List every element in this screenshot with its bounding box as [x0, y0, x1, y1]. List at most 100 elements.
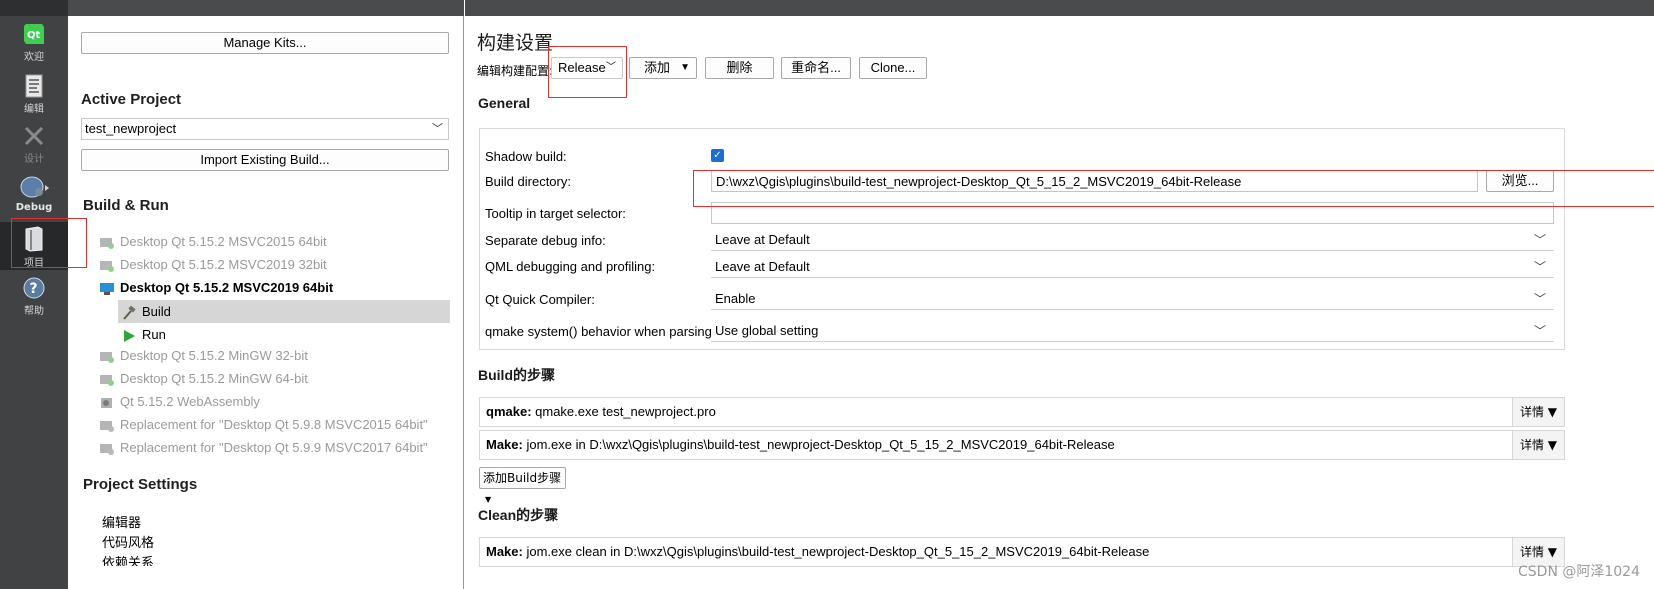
qml-debugging-combo[interactable]: Leave at Default ﹀: [711, 256, 1554, 278]
play-icon: [124, 329, 135, 342]
kit-label: Desktop Qt 5.15.2 MSVC2019 64bit: [120, 280, 334, 295]
mode-design-label: 设计: [24, 154, 44, 165]
qmake-behavior-label: qmake system() behavior when parsing:: [485, 324, 716, 339]
chevron-down-icon: ﹀: [1533, 324, 1546, 338]
build-label: Build: [142, 304, 171, 319]
kit-label: Desktop Qt 5.15.2 MSVC2015 64bit: [120, 234, 327, 249]
qmake-behavior-combo[interactable]: Use global setting ﹀: [711, 320, 1554, 342]
project-book-icon: [25, 226, 43, 252]
run-label: Run: [142, 327, 166, 342]
mode-help[interactable]: ? 帮助: [0, 276, 68, 320]
active-project-title: Active Project: [81, 91, 182, 108]
project-settings-title: Project Settings: [83, 476, 198, 493]
build-settings-pane: 构建设置 编辑构建配置: Release ﹀ 添加 ▼ 删除 重命名... Cl…: [465, 0, 1654, 589]
active-project-combo[interactable]: test_newproject ﹀: [81, 118, 449, 140]
browse-button[interactable]: 浏览...: [1486, 170, 1554, 192]
chevron-down-icon: ﹀: [1533, 292, 1546, 306]
mode-projects-label: 项目: [24, 258, 44, 269]
settings-item-editor[interactable]: 编辑器: [102, 512, 141, 531]
kit-disabled-monitor-icon: [100, 237, 114, 249]
tooltip-selector-input[interactable]: [711, 202, 1554, 224]
import-existing-build-button[interactable]: Import Existing Build...: [81, 149, 449, 171]
build-directory-input[interactable]: D:\wxz\Qgis\plugins\build-test_newprojec…: [711, 170, 1478, 192]
mode-help-label: 帮助: [24, 306, 44, 317]
step-name: qmake:: [486, 404, 532, 419]
kit-disabled-monitor-icon: [100, 260, 114, 272]
clone-config-button[interactable]: Clone...: [859, 57, 927, 79]
active-project-value: test_newproject: [85, 121, 177, 136]
run-settings-item[interactable]: Run: [118, 323, 450, 346]
build-steps-title: Build的步骤: [478, 367, 555, 383]
qml-debugging-value: Leave at Default: [715, 259, 810, 274]
kit-item[interactable]: Replacement for "Desktop Qt 5.9.9 MSVC20…: [100, 437, 428, 459]
monitor-icon: [100, 282, 114, 295]
kit-label: Desktop Qt 5.15.2 MinGW 32-bit: [120, 348, 308, 363]
separate-debug-combo[interactable]: Leave at Default ﹀: [711, 229, 1554, 251]
svg-text:?: ?: [30, 281, 38, 297]
mode-edit[interactable]: 编辑: [0, 74, 68, 118]
qt-quick-compiler-combo[interactable]: Enable ﹀: [711, 288, 1554, 310]
kit-item[interactable]: Desktop Qt 5.15.2 MSVC2019 32bit: [100, 254, 327, 276]
separate-debug-label: Separate debug info:: [485, 233, 606, 248]
build-step-make[interactable]: Make: jom.exe in D:\wxz\Qgis\plugins\bui…: [479, 430, 1565, 460]
build-config-combo[interactable]: Release ﹀: [551, 57, 623, 79]
mode-design[interactable]: 设计: [0, 124, 68, 168]
kit-label: Desktop Qt 5.15.2 MinGW 64-bit: [120, 371, 308, 386]
shadow-build-label: Shadow build:: [485, 149, 567, 164]
chevron-down-icon: ﹀: [606, 62, 616, 73]
manage-kits-button[interactable]: Manage Kits...: [81, 32, 449, 54]
step-details-button[interactable]: 详情 ▼: [1512, 431, 1564, 459]
build-step-qmake[interactable]: qmake: qmake.exe test_newproject.pro 详情 …: [479, 397, 1565, 427]
clean-step-make[interactable]: Make: jom.exe clean in D:\wxz\Qgis\plugi…: [479, 537, 1565, 567]
rename-config-button[interactable]: 重命名...: [781, 57, 851, 79]
kit-label: Qt 5.15.2 WebAssembly: [120, 394, 260, 409]
details-label: 详情: [1519, 405, 1544, 419]
left-pane-top-strip: [68, 0, 464, 16]
qt-quick-compiler-label: Qt Quick Compiler:: [485, 292, 595, 307]
step-command: jom.exe clean in D:\wxz\Qgis\plugins\bui…: [522, 544, 1150, 559]
design-tools-icon: [24, 126, 44, 146]
step-command: qmake.exe test_newproject.pro: [531, 404, 716, 419]
build-settings-item[interactable]: Build: [118, 300, 450, 323]
qt-logo-icon: Qt: [24, 24, 44, 44]
shadow-build-checkbox[interactable]: ✓: [711, 149, 724, 162]
step-command: jom.exe in D:\wxz\Qgis\plugins\build-tes…: [522, 437, 1115, 452]
kit-item-active[interactable]: Desktop Qt 5.15.2 MSVC2019 64bit: [100, 277, 333, 299]
build-config-value: Release: [558, 60, 606, 75]
qmake-behavior-value: Use global setting: [715, 323, 819, 338]
step-details-button[interactable]: 详情 ▼: [1512, 398, 1564, 426]
kit-item[interactable]: Desktop Qt 5.15.2 MinGW 64-bit: [100, 368, 308, 390]
qt-quick-compiler-value: Enable: [715, 291, 756, 306]
kit-disabled-monitor-icon: [100, 374, 114, 386]
step-name: Make:: [486, 544, 523, 559]
edit-document-icon: [25, 74, 43, 98]
mode-welcome[interactable]: Qt 欢迎: [0, 22, 68, 66]
caret-down-icon: ▼: [1547, 438, 1558, 452]
mode-bar: Qt 欢迎 编辑 设计 Debug 项目 ? 帮助: [0, 0, 68, 589]
delete-config-button[interactable]: 删除: [705, 57, 774, 79]
kit-item[interactable]: Desktop Qt 5.15.2 MinGW 32-bit: [100, 345, 308, 367]
settings-item-dependencies[interactable]: 依赖关系: [102, 552, 154, 566]
separate-debug-value: Leave at Default: [715, 232, 810, 247]
webassembly-icon: [101, 397, 112, 408]
details-label: 详情: [1519, 438, 1544, 452]
kit-item[interactable]: Replacement for "Desktop Qt 5.9.8 MSVC20…: [100, 414, 428, 436]
step-name: Make:: [486, 437, 523, 452]
chevron-down-icon: ﹀: [1533, 260, 1546, 274]
mode-bar-top-strip: [0, 0, 68, 16]
mode-projects[interactable]: 项目: [0, 222, 68, 270]
mode-debug[interactable]: Debug: [0, 174, 68, 218]
add-build-step-button[interactable]: 添加Build步骤 ▼: [479, 467, 566, 504]
chevron-down-icon: ﹀: [432, 123, 443, 135]
kit-label: Replacement for "Desktop Qt 5.9.9 MSVC20…: [120, 440, 428, 455]
mode-debug-label: Debug: [15, 202, 53, 213]
help-question-icon: ?: [23, 277, 45, 299]
hammer-icon: [123, 305, 136, 320]
add-config-button[interactable]: 添加 ▼: [629, 57, 697, 79]
kit-item[interactable]: Qt 5.15.2 WebAssembly: [100, 391, 260, 413]
kit-item[interactable]: Desktop Qt 5.15.2 MSVC2015 64bit: [100, 231, 327, 253]
settings-item-code-style[interactable]: 代码风格: [102, 532, 154, 551]
add-config-label: 添加: [644, 60, 671, 75]
build-directory-label: Build directory:: [485, 174, 571, 189]
caret-down-icon: ▼: [1547, 405, 1558, 419]
